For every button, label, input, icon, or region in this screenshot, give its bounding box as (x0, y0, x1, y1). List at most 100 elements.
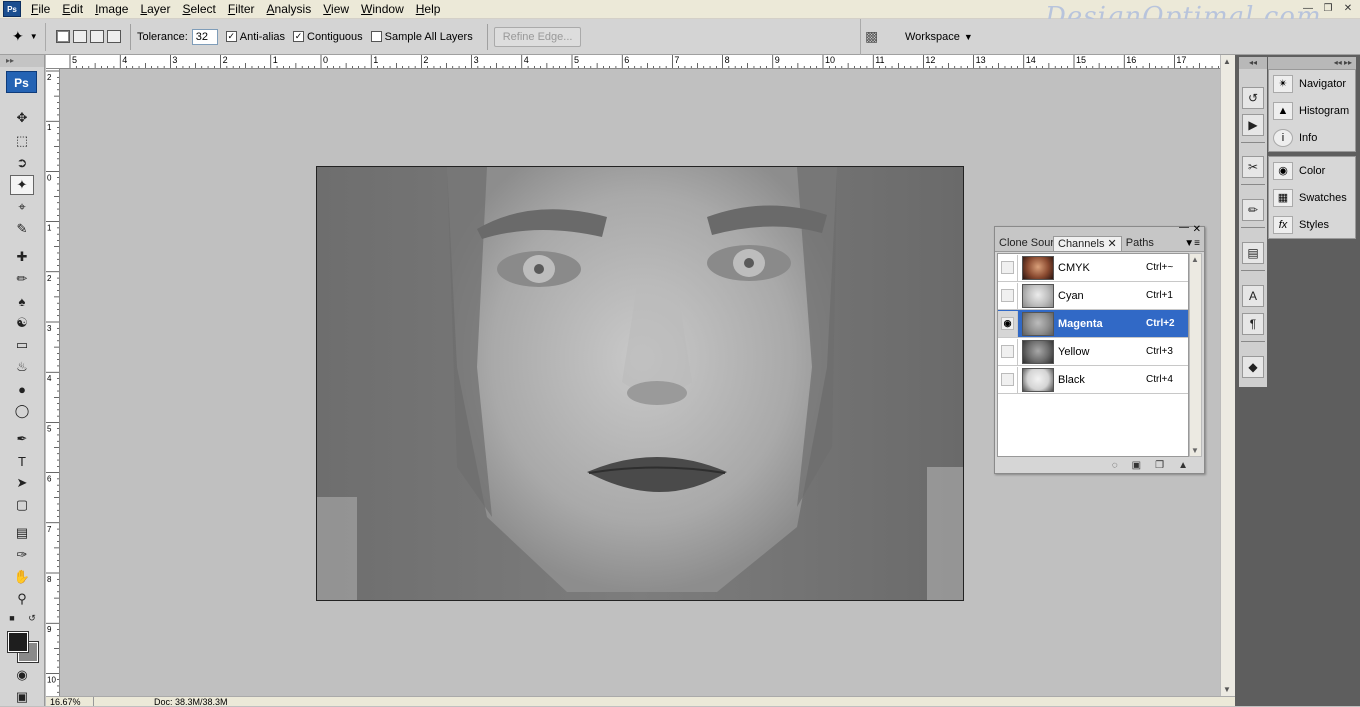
channels-panel-titlebar[interactable]: — ✕ (995, 222, 1204, 236)
visibility-toggle[interactable] (998, 338, 1018, 365)
menu-select[interactable]: Select (176, 0, 221, 19)
screen-mode-icon[interactable]: ▣ (10, 687, 34, 707)
intersect-selection-icon[interactable] (107, 30, 121, 43)
panel-histogram[interactable]: ▲ Histogram (1269, 97, 1355, 124)
new-channel-icon[interactable]: ❐ (1155, 460, 1164, 471)
shape-tool-icon[interactable]: ▢ (10, 495, 34, 515)
bridge-icon[interactable]: ▩ (865, 28, 889, 46)
scroll-up-icon[interactable]: ▲ (1223, 57, 1231, 66)
contiguous-checkbox[interactable]: ✓ Contiguous (293, 31, 363, 43)
move-tool-icon[interactable]: ✥ (10, 108, 34, 128)
notes-tool-icon[interactable]: ▤ (10, 523, 34, 543)
ruler-vertical[interactable]: 2101234567891011 (46, 69, 60, 696)
clone-stamp-icon[interactable]: ♠ (10, 291, 34, 311)
quick-mask-icon[interactable]: ◉ (10, 665, 34, 685)
scroll-down-icon[interactable]: ▼ (1223, 685, 1231, 694)
menu-edit[interactable]: Edit (56, 0, 89, 19)
channel-row-cyan[interactable]: Cyan Ctrl+1 (998, 282, 1188, 310)
paragraph-icon[interactable]: ¶ (1242, 313, 1264, 335)
healing-brush-icon[interactable]: ✚ (10, 247, 34, 267)
menu-layer[interactable]: Layer (134, 0, 176, 19)
history-icon[interactable]: ↺ (1242, 87, 1264, 109)
document-info[interactable]: Doc: 38.3M/38.3M (94, 697, 228, 707)
panel-styles[interactable]: fx Styles (1269, 211, 1355, 238)
character-icon[interactable]: A (1242, 285, 1264, 307)
swap-colors-icon[interactable]: ↺ (24, 611, 40, 625)
ruler-horizontal[interactable]: 5 4 3 2 1 0 1 2 3 4 5 6 7 8 9 10 11 12 13 14 15 16 17 (46, 55, 1220, 69)
menu-view[interactable]: View (317, 0, 355, 19)
save-selection-icon[interactable]: ▣ (1132, 460, 1141, 471)
pen-tool-icon[interactable]: ✒ (10, 429, 34, 449)
tool-preset-picker[interactable]: ✦ ▼ (6, 22, 46, 51)
channel-row-magenta[interactable]: ◉ Magenta Ctrl+2 (998, 310, 1188, 338)
menu-window[interactable]: Window (355, 0, 410, 19)
subtract-selection-icon[interactable] (90, 30, 104, 43)
minimize-icon[interactable]: — (1179, 222, 1189, 233)
channel-row-yellow[interactable]: Yellow Ctrl+3 (998, 338, 1188, 366)
lasso-tool-icon[interactable]: ➲ (10, 153, 34, 173)
hand-tool-icon[interactable]: ✋ (10, 567, 34, 587)
menu-analysis[interactable]: Analysis (261, 0, 318, 19)
actions-icon[interactable]: ▶ (1242, 114, 1264, 136)
menu-filter[interactable]: Filter (222, 0, 261, 19)
slice-tool-icon[interactable]: ✎ (10, 219, 34, 239)
trash-icon[interactable]: ▲ (1178, 460, 1188, 471)
type-tool-icon[interactable]: T (10, 451, 34, 471)
tab-paths[interactable]: Paths (1122, 236, 1158, 251)
panel-navigator[interactable]: ✴ Navigator (1269, 70, 1355, 97)
refine-edge-button[interactable]: Refine Edge... (493, 26, 582, 47)
foreground-color-swatch[interactable] (7, 631, 29, 653)
channel-list-scrollbar[interactable]: ▲ ▼ (1189, 253, 1202, 457)
toolbox-grip[interactable]: ▸▸ (0, 55, 44, 67)
workspace-button[interactable]: Workspace ▼ (905, 31, 973, 43)
visibility-toggle[interactable] (998, 282, 1018, 309)
dodge-tool-icon[interactable]: ◯ (10, 401, 34, 421)
tolerance-input[interactable]: 32 (191, 28, 218, 45)
menu-file[interactable]: File (25, 0, 56, 19)
brush-tool-icon[interactable]: ✏ (10, 269, 34, 289)
marquee-tool-icon[interactable]: ⬚ (10, 131, 34, 151)
restore-icon[interactable]: ❐ (1320, 2, 1336, 16)
new-selection-icon[interactable] (56, 30, 70, 43)
channel-row-black[interactable]: Black Ctrl+4 (998, 366, 1188, 394)
panel-color[interactable]: ◉ Color (1269, 157, 1355, 184)
sample-all-layers-checkbox[interactable]: Sample All Layers (370, 31, 473, 43)
tool-presets-icon[interactable]: ✂ (1242, 156, 1264, 178)
panel-info[interactable]: i Info (1269, 124, 1355, 151)
tab-channels[interactable]: Channels ✕ (1053, 236, 1122, 251)
tab-clone-source[interactable]: Clone Source (995, 236, 1053, 251)
visibility-toggle[interactable] (998, 254, 1018, 281)
visibility-toggle[interactable]: ◉ (998, 310, 1018, 337)
menu-image[interactable]: Image (89, 0, 134, 19)
brushes-icon[interactable]: ✏ (1242, 199, 1264, 221)
add-selection-icon[interactable] (73, 30, 87, 43)
minimize-icon[interactable]: — (1300, 2, 1316, 16)
crop-tool-icon[interactable]: ⌖ (10, 197, 34, 217)
dock-grip[interactable]: ◂◂ ▸▸ (1268, 57, 1356, 69)
anti-alias-checkbox[interactable]: ✓ Anti-alias (225, 31, 285, 43)
panel-menu-icon[interactable]: ▼≡ (1184, 238, 1200, 249)
panel-swatches[interactable]: ▦ Swatches (1269, 184, 1355, 211)
menu-help[interactable]: Help (410, 0, 447, 19)
close-tab-icon[interactable]: ✕ (1108, 238, 1117, 250)
visibility-toggle[interactable] (998, 366, 1018, 393)
eraser-tool-icon[interactable]: ▭ (10, 335, 34, 355)
history-brush-icon[interactable]: ☯ (10, 313, 34, 333)
blur-tool-icon[interactable]: ● (10, 379, 34, 399)
close-icon[interactable]: ✕ (1193, 224, 1201, 235)
canvas-vertical-scrollbar[interactable]: ▲ ▼ (1220, 55, 1235, 696)
document-image[interactable] (316, 166, 964, 601)
scroll-down-icon[interactable]: ▼ (1191, 446, 1199, 455)
ps-badge[interactable]: Ps (6, 71, 37, 93)
layers-icon[interactable]: ◆ (1242, 356, 1264, 378)
zoom-tool-icon[interactable]: ⚲ (10, 589, 34, 609)
dock-grip[interactable]: ◂◂ (1239, 57, 1267, 69)
default-colors-icon[interactable]: ■ (4, 611, 20, 625)
paint-bucket-icon[interactable]: ♨ (10, 357, 34, 377)
magic-wand-tool-icon[interactable]: ✦ (10, 175, 34, 195)
zoom-level[interactable]: 16.67% (46, 697, 94, 707)
channel-row-cmyk[interactable]: CMYK Ctrl+~ (998, 254, 1188, 282)
eyedropper-icon[interactable]: ✑ (10, 545, 34, 565)
path-selection-icon[interactable]: ➤ (10, 473, 34, 493)
load-selection-icon[interactable]: ◌ (1112, 460, 1118, 471)
